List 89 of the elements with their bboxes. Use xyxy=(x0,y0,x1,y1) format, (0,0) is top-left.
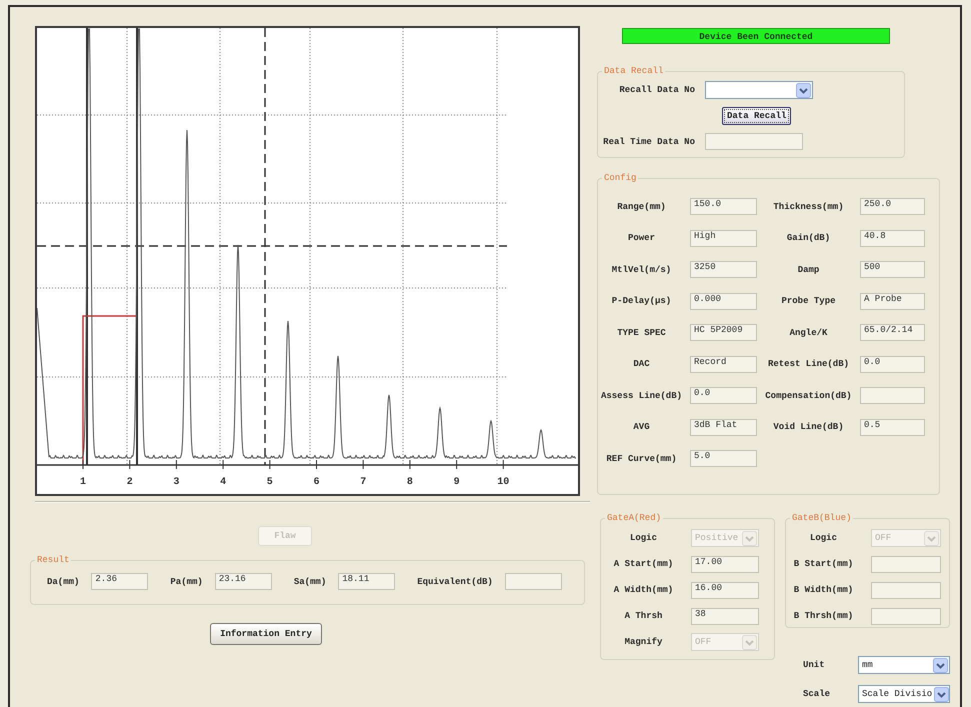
field-label: Pa(mm) xyxy=(170,576,203,586)
caret-icon xyxy=(934,686,950,702)
input-field[interactable]: 0.0 xyxy=(690,387,757,404)
field-label: Sa(mm) xyxy=(294,576,326,586)
field-label: MtlVel(m/s) xyxy=(610,264,672,275)
field-label: REF Curve(mm) xyxy=(605,454,678,464)
input-field[interactable]: 16.00 xyxy=(691,582,759,598)
field-label: Void Line(dB) xyxy=(772,422,845,432)
caret-icon xyxy=(933,658,948,672)
field-label: P-Delay(μs) xyxy=(610,296,672,306)
input-field[interactable]: 0.000 xyxy=(690,292,757,310)
input-field[interactable]: 18.11 xyxy=(338,573,396,590)
scale-label: 3 xyxy=(173,477,180,488)
input-field[interactable]: HC 5P2009 xyxy=(690,324,757,342)
field-label: Power xyxy=(626,233,656,244)
connection-status-bar: Device Been Connected xyxy=(622,28,890,44)
scale-label: 10 xyxy=(497,477,510,488)
field-label: Scale xyxy=(803,689,832,699)
input-field[interactable]: 3250 xyxy=(690,261,757,278)
field-label: Da(mm) xyxy=(47,576,80,586)
caret-icon xyxy=(924,530,939,546)
field-label: B Width(mm) xyxy=(792,585,854,595)
scale-label: 7 xyxy=(360,477,366,488)
input-field[interactable]: 0.5 xyxy=(860,418,925,436)
field-label: Assess Line(dB) xyxy=(600,390,683,401)
field-label: Retest Line(dB) xyxy=(766,359,850,370)
field-label: TYPE SPEC xyxy=(616,328,667,338)
input-field[interactable] xyxy=(871,582,941,598)
field-label: Compensation(dB) xyxy=(764,390,853,401)
scale-label: 6 xyxy=(314,477,320,488)
input-field[interactable]: Record xyxy=(690,356,757,373)
dropdown[interactable] xyxy=(705,81,813,99)
group-title: Data Recall xyxy=(603,66,664,76)
field-label: B Start(mm) xyxy=(792,559,854,569)
scale-label: 1 xyxy=(80,477,86,488)
scale-label: 9 xyxy=(454,477,460,488)
input-field[interactable]: 250.0 xyxy=(860,198,925,216)
input-field[interactable]: 38 xyxy=(691,608,759,624)
input-field[interactable]: 17.00 xyxy=(691,556,759,572)
field-label: Thickness(mm) xyxy=(772,202,845,212)
dropdown[interactable]: mm xyxy=(858,656,950,674)
input-field[interactable] xyxy=(871,608,941,624)
field-label: Range(mm) xyxy=(616,202,667,212)
field-label: AVG xyxy=(632,422,651,432)
group-title: Config xyxy=(603,173,638,183)
scale-label: 4 xyxy=(220,477,226,488)
data-recall-button[interactable]: Data Recall xyxy=(722,107,792,125)
field-label: A Width(mm) xyxy=(612,585,674,595)
field-label: Unit xyxy=(803,660,826,670)
group-title: Result xyxy=(36,555,70,565)
field-label: A Start(mm) xyxy=(612,559,674,569)
field-label: Damp xyxy=(796,264,820,275)
scale-label: 8 xyxy=(406,477,413,488)
field-label: Angle/K xyxy=(788,328,828,338)
input-field[interactable]: 500 xyxy=(860,261,925,278)
field-label: Equivalent(dB) xyxy=(417,576,493,586)
scale-label: 2 xyxy=(126,477,133,488)
field-label: Magnify xyxy=(624,637,664,647)
field-label: Gain(dB) xyxy=(786,233,832,244)
field-label: DAC xyxy=(632,359,651,370)
caret-icon xyxy=(796,82,811,98)
field-label: Logic xyxy=(628,533,658,543)
group-title: GateA(Red) xyxy=(606,513,662,523)
field-label: Recall Data No xyxy=(618,85,695,95)
input-field[interactable] xyxy=(860,387,925,404)
input-field[interactable]: 40.8 xyxy=(860,230,925,247)
input-field[interactable]: 23.16 xyxy=(214,573,272,590)
input-field[interactable]: A Probe xyxy=(860,292,925,310)
scale-label: 5 xyxy=(266,477,273,488)
field-label: Real Time Data No xyxy=(602,136,695,146)
field-label: B Thrsh(mm) xyxy=(792,611,854,621)
input-field[interactable] xyxy=(871,556,941,572)
caret-icon xyxy=(742,634,757,650)
field-label: Probe Type xyxy=(780,296,836,306)
input-field[interactable]: 0.0 xyxy=(860,356,925,373)
input-field[interactable]: 65.0/2.14 xyxy=(860,324,925,342)
information-entry-button[interactable]: Information Entry xyxy=(210,623,322,645)
input-field[interactable]: 2.36 xyxy=(91,573,148,590)
group-title: GateB(Blue) xyxy=(791,513,852,523)
field-label: A Thrsh xyxy=(624,611,664,621)
input-field[interactable]: High xyxy=(690,230,757,247)
input-field[interactable] xyxy=(504,573,562,590)
input-field[interactable]: 150.0 xyxy=(690,198,757,216)
input-field[interactable]: 5.0 xyxy=(690,450,757,468)
input-field[interactable] xyxy=(705,133,803,150)
dropdown[interactable]: Scale Divisio xyxy=(858,685,950,703)
field-label: Logic xyxy=(808,533,838,543)
input-field[interactable]: 3dB Flat xyxy=(690,418,757,436)
caret-icon xyxy=(742,530,757,546)
